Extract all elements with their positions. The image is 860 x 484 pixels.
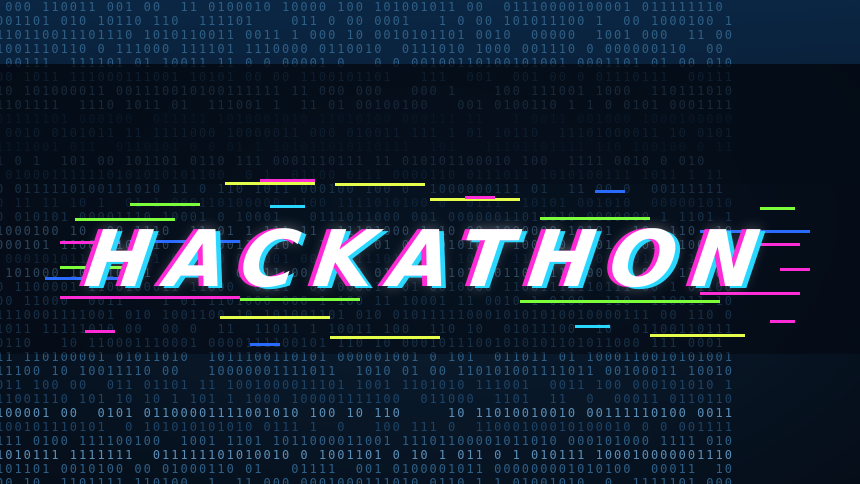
title-container: HACKATHON <box>0 210 860 310</box>
binary-row: 100001 00 0101 01100001111001010 100 10 … <box>0 406 734 420</box>
binary-row: 100101110101 0 101010101010 0111 1 0 100… <box>0 420 734 434</box>
glitch-line <box>770 320 795 323</box>
glitch-line <box>335 183 425 186</box>
binary-row: 00 10 1101111 110100 1 11 000 0001000111… <box>0 476 734 484</box>
binary-row: 011 100 00 011 01101 11 1001000011101 10… <box>0 378 734 392</box>
glitch-line <box>465 196 495 199</box>
hackathon-title: HACKATHON <box>79 215 781 305</box>
glitch-line <box>130 203 200 206</box>
binary-row: 1001110110 0 111000 111101 1110000 01100… <box>0 42 734 56</box>
binary-row: 111 0100 111100100 1001 1101 10110000110… <box>0 434 734 448</box>
glitch-line <box>85 330 115 333</box>
glitch-line <box>330 336 440 339</box>
binary-row: 001101 010 10110 110 111101 011 0 00 000… <box>0 14 734 28</box>
binary-row: 101101 0010100 00 01000110 01 01111 001 … <box>0 462 734 476</box>
glitch-line <box>270 205 305 208</box>
glitch-line <box>575 325 610 328</box>
binary-row: 11100 10 10011110 00 10000001111011 1010… <box>0 364 734 378</box>
glitch-line <box>260 179 315 182</box>
binary-row: 11001110 101 10 10 1 101 1 1000 10000111… <box>0 392 734 406</box>
glitch-line <box>595 190 625 193</box>
glitch-line <box>225 182 315 185</box>
glitch-line <box>250 343 280 346</box>
glitch-line <box>650 334 745 337</box>
hackathon-banner: 000 110011 001 00 11 0100010 10000 100 1… <box>0 0 860 484</box>
glitch-line <box>220 316 330 319</box>
dark-overlay-band <box>0 64 860 184</box>
binary-row: 000 110011 001 00 11 0100010 10000 100 1… <box>0 0 734 14</box>
binary-row: 110110011101110 1010110011 0011 1 000 10… <box>0 28 734 42</box>
binary-row: 1010111 1111111 011111101010010 0 100110… <box>0 448 734 462</box>
